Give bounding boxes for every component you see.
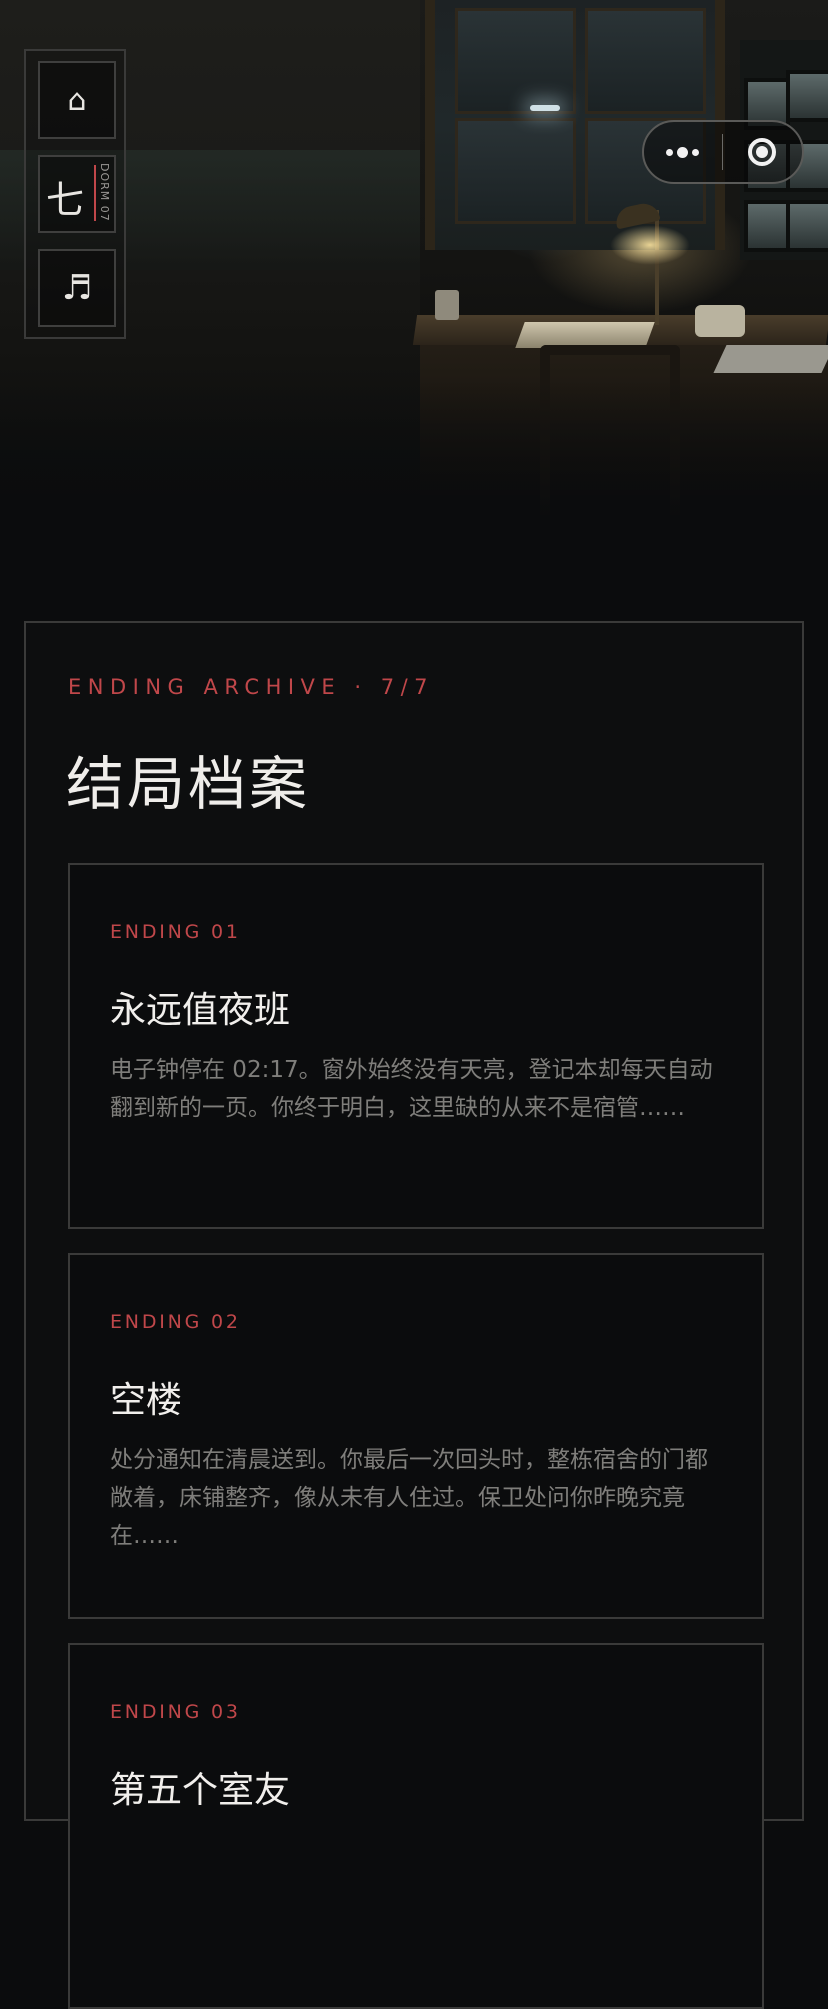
target-close-icon [748,138,777,166]
dorm-character: 七 [46,178,85,222]
dorm-button[interactable]: 七 DORM 07 [38,155,116,233]
ending-description: 电子钟停在 02:17。窗外始终没有天亮，登记本却每天自动翻到新的一页。你终于明… [110,1057,713,1121]
side-nav: ⌂ 七 DORM 07 ♬ [24,49,126,339]
more-button[interactable] [644,122,722,182]
ending-number: ENDING 01 [110,921,241,943]
lamp-glow [610,225,690,265]
close-button[interactable] [723,122,803,182]
mini-program-capsule [642,120,804,184]
ending-archive-panel: ENDING ARCHIVE · 7/7 结局档案 ENDING 01 永远值夜… [24,621,804,2009]
ending-card-03[interactable]: ENDING 03 第五个室友 [68,1643,764,2009]
music-icon: ♬ [61,268,93,308]
telephone [695,305,745,337]
ending-title: 空楼 [110,1380,183,1421]
ending-card-01[interactable]: ENDING 01 永远值夜班 电子钟停在 02:17。窗外始终没有天亮，登记本… [68,863,764,1229]
ending-description: 处分通知在清晨送到。你最后一次回头时，整栋宿舍的门都敞着，床铺整齐，像从未有人住… [110,1447,708,1549]
ending-number: ENDING 03 [110,1701,241,1723]
ending-number: ENDING 02 [110,1311,241,1333]
dorm-label: DORM 07 [98,163,111,222]
home-icon: ⌂ [67,82,87,118]
dorm-number: 07 [98,205,111,222]
archive-title: 结局档案 [66,750,311,818]
dorm-accent-bar [94,165,96,221]
more-dot-right [692,148,700,156]
more-dots-icon [666,148,674,156]
keyboard [713,345,828,373]
corridor-light [530,105,560,111]
home-button[interactable]: ⌂ [38,61,116,139]
hero-fade [0,380,828,520]
archive-eyebrow: ENDING ARCHIVE · 7/7 [68,675,435,699]
ending-card-02[interactable]: ENDING 02 空楼 处分通知在清晨送到。你最后一次回头时，整栋宿舍的门都敞… [68,1253,764,1619]
dorm-label-text: DORM [98,163,111,202]
ending-title: 第五个室友 [110,1770,291,1811]
music-button[interactable]: ♬ [38,249,116,327]
cup [435,290,459,320]
ending-title: 永远值夜班 [110,990,291,1031]
more-dot-center [677,146,689,158]
